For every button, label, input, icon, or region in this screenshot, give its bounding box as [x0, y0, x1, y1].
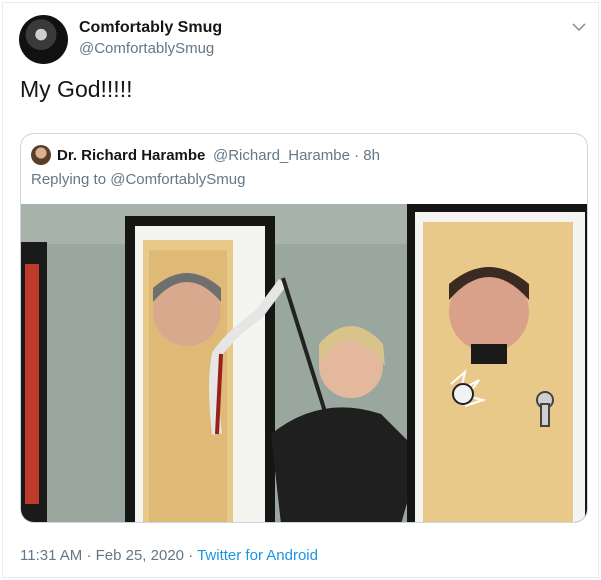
- chevron-down-icon[interactable]: [567, 17, 591, 37]
- replying-prefix: Replying to: [31, 171, 107, 188]
- display-name[interactable]: Comfortably Smug: [79, 19, 222, 37]
- quoted-avatar[interactable]: [31, 145, 51, 165]
- handle[interactable]: @ComfortablySmug: [79, 40, 214, 57]
- quoted-handle[interactable]: @Richard_Harambe: [213, 147, 350, 164]
- footer-separator: ·: [188, 547, 194, 564]
- quoted-image[interactable]: [21, 204, 588, 523]
- replying-mention[interactable]: @ComfortablySmug: [110, 171, 245, 188]
- quoted-separator: ·: [354, 147, 360, 164]
- tweet-card: Comfortably Smug @ComfortablySmug My God…: [2, 2, 599, 578]
- quoted-tweet[interactable]: Dr. Richard Harambe @Richard_Harambe · 8…: [20, 133, 588, 523]
- tweet-text: My God!!!!!: [20, 76, 133, 102]
- replying-to: Replying to @ComfortablySmug: [31, 171, 246, 188]
- avatar[interactable]: [19, 15, 68, 64]
- tweet-footer: 11:31 AM · Feb 25, 2020 · Twitter for An…: [20, 547, 318, 564]
- tweet-date[interactable]: Feb 25, 2020: [96, 547, 184, 564]
- quoted-age[interactable]: 8h: [363, 147, 380, 164]
- quoted-display-name[interactable]: Dr. Richard Harambe: [57, 147, 205, 164]
- footer-separator: ·: [86, 547, 92, 564]
- tweet-source[interactable]: Twitter for Android: [197, 547, 318, 564]
- quoted-meta: @Richard_Harambe · 8h: [213, 147, 380, 164]
- tweet-time[interactable]: 11:31 AM: [20, 547, 82, 564]
